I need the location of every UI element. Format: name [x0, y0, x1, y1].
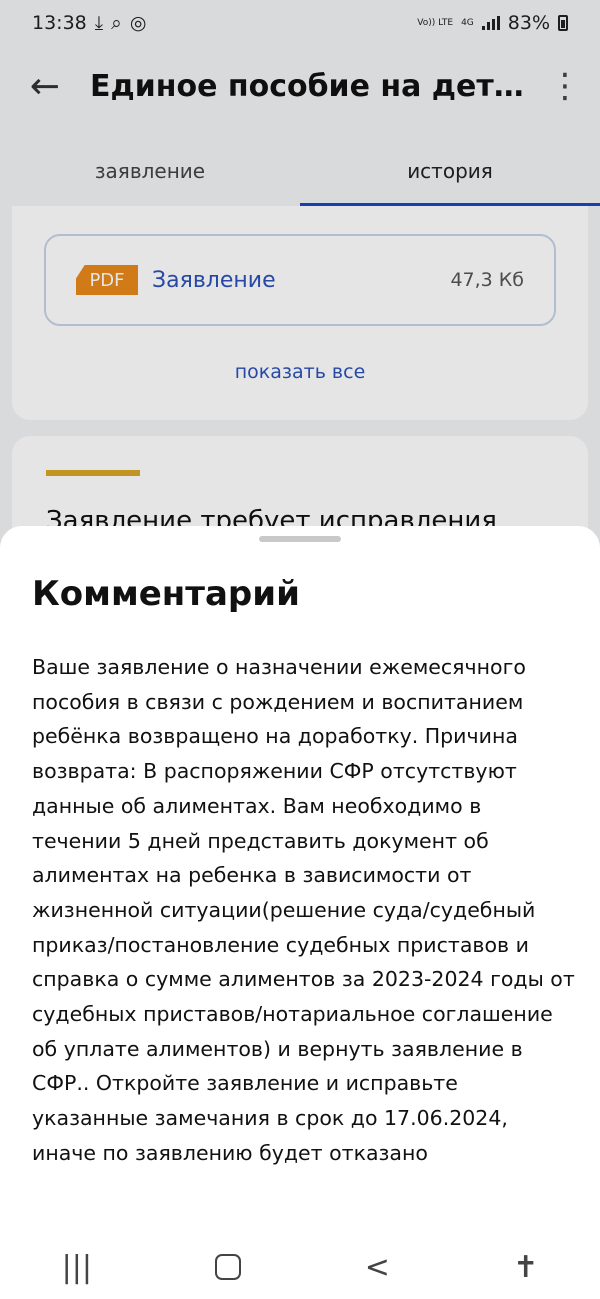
recents-icon[interactable]: |||	[62, 1250, 92, 1285]
sheet-drag-handle[interactable]	[259, 536, 341, 542]
home-icon[interactable]	[215, 1254, 242, 1280]
comment-text: Ваше заявление о назначении ежемесячного…	[32, 655, 575, 1165]
comment-bottom-sheet: Комментарий Ваше заявление о назначении …	[0, 526, 600, 1299]
accessibility-icon[interactable]: ✝	[513, 1250, 538, 1285]
sheet-title: Комментарий	[32, 574, 300, 614]
system-nav-bar: ||| < ✝	[0, 1235, 600, 1299]
back-icon[interactable]: <	[365, 1250, 390, 1285]
